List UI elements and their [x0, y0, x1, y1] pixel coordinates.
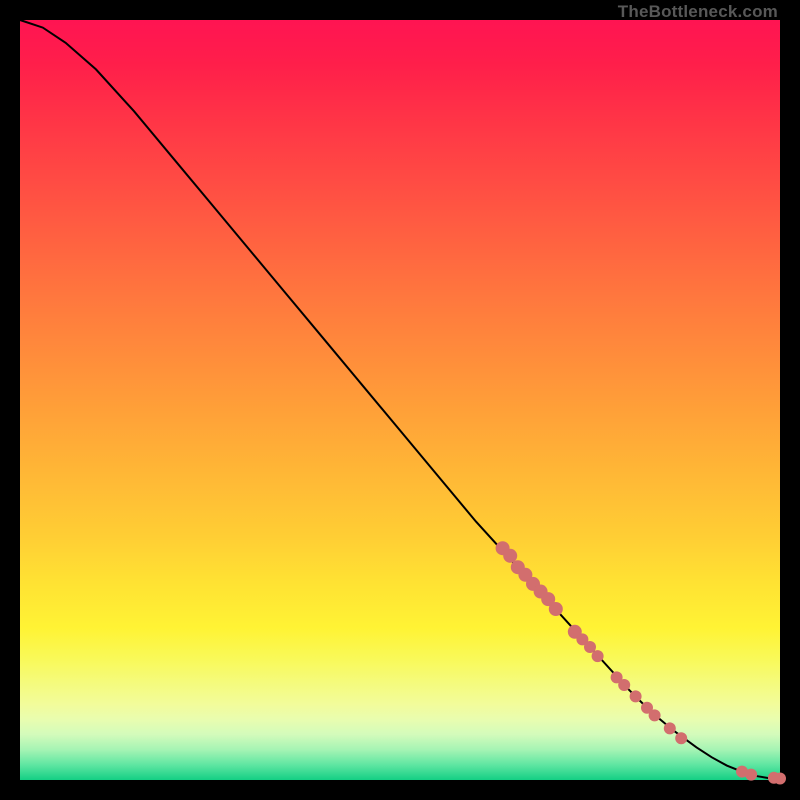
plot-area — [20, 20, 780, 780]
data-point — [503, 549, 517, 563]
data-point — [592, 650, 604, 662]
data-point — [664, 722, 676, 734]
data-point — [774, 772, 786, 784]
data-point — [630, 690, 642, 702]
data-point — [618, 679, 630, 691]
chart-svg — [20, 20, 780, 780]
bottleneck-curve — [20, 20, 780, 778]
point-layer — [496, 541, 786, 784]
data-point — [549, 602, 563, 616]
chart-stage: TheBottleneck.com — [0, 0, 800, 800]
data-point — [649, 709, 661, 721]
attribution-label: TheBottleneck.com — [618, 2, 778, 22]
data-point — [745, 769, 757, 781]
data-point — [675, 732, 687, 744]
